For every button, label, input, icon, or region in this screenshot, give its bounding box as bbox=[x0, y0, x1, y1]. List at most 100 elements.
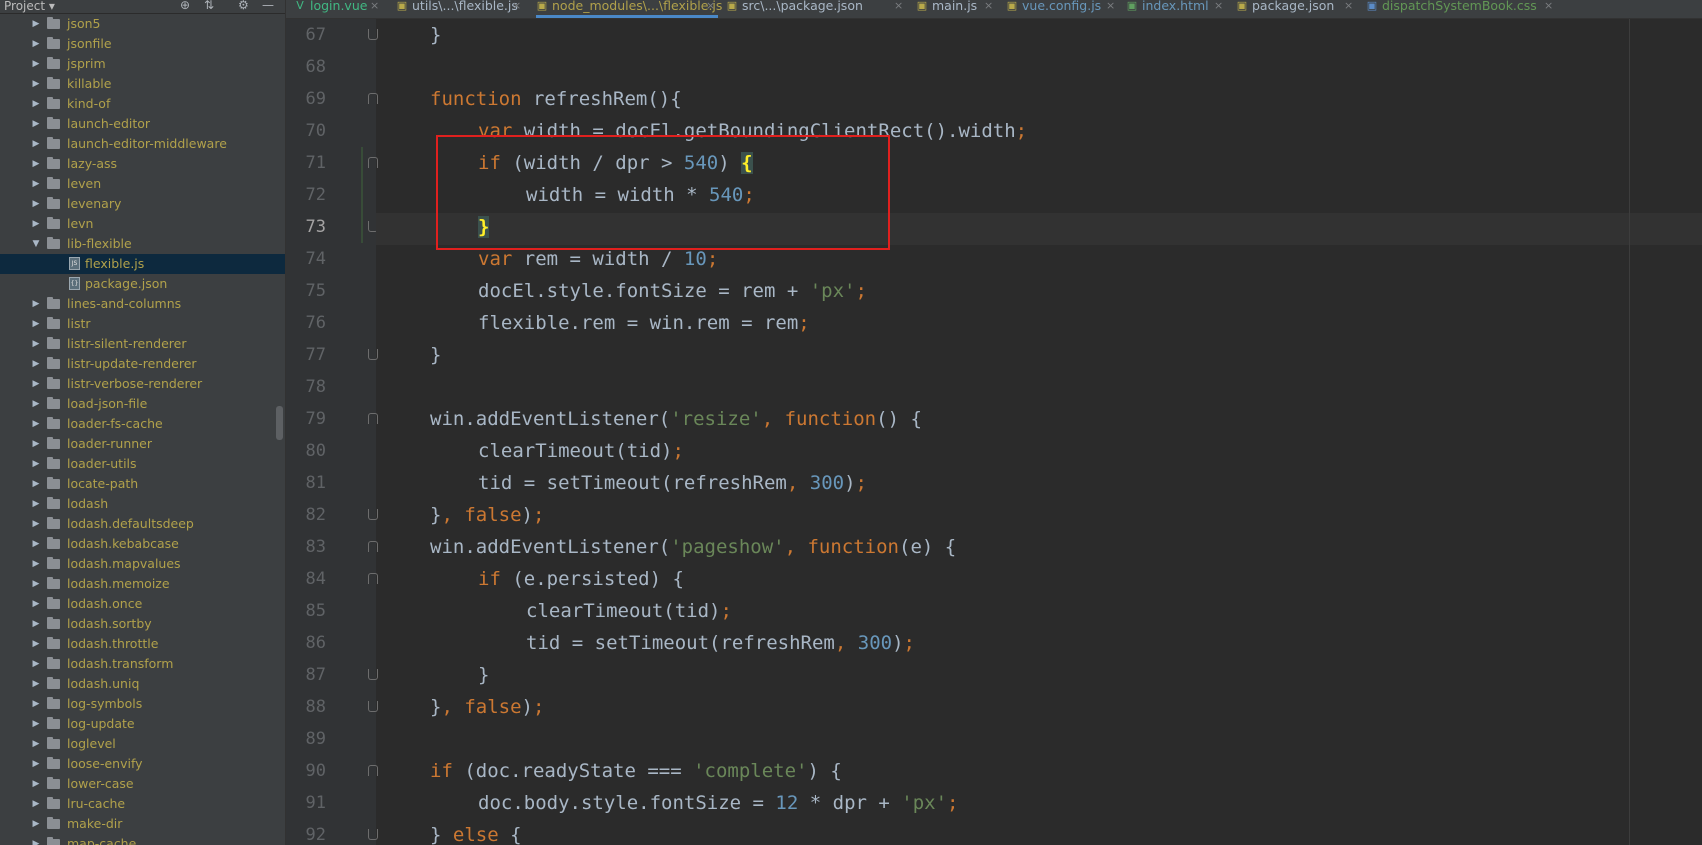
code-line[interactable]: tid = setTimeout(refreshRem, 300); bbox=[526, 627, 915, 659]
sidebar-scrollbar[interactable] bbox=[276, 406, 283, 440]
code-line[interactable]: doc.body.style.fontSize = 12 * dpr + 'px… bbox=[478, 787, 958, 819]
tree-folder[interactable]: ▶ lodash bbox=[0, 494, 285, 514]
tree-folder[interactable]: ▶ listr-update-renderer bbox=[0, 354, 285, 374]
expand-arrow-closed-icon[interactable]: ▶ bbox=[31, 774, 41, 794]
code-line[interactable]: if (e.persisted) { bbox=[478, 563, 684, 595]
editor-tab[interactable]: ▣ vue.config.js × bbox=[1006, 0, 1118, 18]
code-line[interactable]: if (doc.readyState === 'complete') { bbox=[430, 755, 842, 787]
code-line[interactable]: function refreshRem(){ bbox=[430, 83, 682, 115]
fold-marker-icon[interactable] bbox=[368, 509, 378, 520]
expand-arrow-closed-icon[interactable]: ▶ bbox=[31, 314, 41, 334]
editor-tab[interactable]: ▣ dispatchSystemBook.css × bbox=[1366, 0, 1556, 18]
tree-folder[interactable]: ▶ jsprim bbox=[0, 54, 285, 74]
expand-arrow-closed-icon[interactable]: ▶ bbox=[31, 634, 41, 654]
expand-arrow-closed-icon[interactable]: ▶ bbox=[31, 434, 41, 454]
expand-arrow-closed-icon[interactable]: ▶ bbox=[31, 174, 41, 194]
close-tab-icon[interactable]: × bbox=[1544, 0, 1553, 12]
expand-arrow-closed-icon[interactable]: ▶ bbox=[31, 294, 41, 314]
tree-folder[interactable]: ▶ load-json-file bbox=[0, 394, 285, 414]
close-tab-icon[interactable]: × bbox=[984, 0, 993, 12]
tree-folder[interactable]: ▶ lazy-ass bbox=[0, 154, 285, 174]
expand-arrow-closed-icon[interactable]: ▶ bbox=[31, 514, 41, 534]
tree-file[interactable]: {} package.json bbox=[0, 274, 285, 294]
tree-folder[interactable]: ▶ lru-cache bbox=[0, 794, 285, 814]
tree-folder[interactable]: ▶ log-update bbox=[0, 714, 285, 734]
fold-marker-icon[interactable] bbox=[368, 669, 378, 680]
fold-marker-icon[interactable] bbox=[368, 541, 378, 552]
editor-tab[interactable]: Vlogin.vue × bbox=[294, 0, 382, 18]
code-line[interactable]: } else { bbox=[430, 819, 522, 845]
tree-folder[interactable]: ▶ lodash.kebabcase bbox=[0, 534, 285, 554]
code-line[interactable]: docEl.style.fontSize = rem + 'px'; bbox=[478, 275, 867, 307]
code-line[interactable]: clearTimeout(tid); bbox=[526, 595, 732, 627]
close-tab-icon[interactable]: × bbox=[706, 0, 715, 12]
editor-tab[interactable]: ▣ utils\...\flexible.js × bbox=[396, 0, 524, 18]
expand-arrow-closed-icon[interactable]: ▶ bbox=[31, 54, 41, 74]
expand-arrow-closed-icon[interactable]: ▶ bbox=[31, 154, 41, 174]
code-editor[interactable]: 67 68 69 70 71 72 73 74 75 76 77 78 79 80 81 82 83 84 85 86… bbox=[286, 19, 1702, 845]
tree-folder[interactable]: ▶ lodash.uniq bbox=[0, 674, 285, 694]
fold-marker-icon[interactable] bbox=[368, 573, 378, 584]
expand-arrow-open-icon[interactable]: ▼ bbox=[31, 234, 41, 254]
hide-panel-icon[interactable]: — bbox=[262, 0, 274, 11]
code-line[interactable]: }, false); bbox=[430, 499, 544, 531]
expand-arrow-closed-icon[interactable]: ▶ bbox=[31, 654, 41, 674]
fold-marker-icon[interactable] bbox=[368, 349, 378, 360]
tree-folder[interactable]: ▶ lodash.sortby bbox=[0, 614, 285, 634]
editor-tab[interactable]: ▣ main.js × bbox=[916, 0, 996, 18]
expand-arrow-closed-icon[interactable]: ▶ bbox=[31, 94, 41, 114]
fold-marker-icon[interactable] bbox=[368, 413, 378, 424]
expand-arrow-closed-icon[interactable]: ▶ bbox=[31, 454, 41, 474]
close-tab-icon[interactable]: × bbox=[894, 0, 903, 12]
expand-arrow-closed-icon[interactable]: ▶ bbox=[31, 394, 41, 414]
project-view-selector[interactable]: Project ▾ bbox=[4, 0, 55, 12]
expand-arrow-closed-icon[interactable]: ▶ bbox=[31, 814, 41, 834]
tree-folder[interactable]: ▶ log-symbols bbox=[0, 694, 285, 714]
tree-folder[interactable]: ▶ map-cache bbox=[0, 834, 285, 845]
fold-marker-icon[interactable] bbox=[368, 765, 378, 776]
locate-icon[interactable]: ⊕ bbox=[180, 0, 190, 11]
expand-arrow-closed-icon[interactable]: ▶ bbox=[31, 74, 41, 94]
tree-folder[interactable]: ▶ launch-editor-middleware bbox=[0, 134, 285, 154]
expand-arrow-closed-icon[interactable]: ▶ bbox=[31, 134, 41, 154]
gear-icon[interactable]: ⚙ bbox=[238, 0, 249, 11]
tree-folder[interactable]: ▶ make-dir bbox=[0, 814, 285, 834]
vcs-change-marker[interactable] bbox=[361, 147, 363, 243]
expand-arrow-closed-icon[interactable]: ▶ bbox=[31, 734, 41, 754]
tree-folder[interactable]: ▶ lodash.transform bbox=[0, 654, 285, 674]
expand-arrow-closed-icon[interactable]: ▶ bbox=[31, 554, 41, 574]
tree-folder[interactable]: ▶ loader-fs-cache bbox=[0, 414, 285, 434]
expand-arrow-closed-icon[interactable]: ▶ bbox=[31, 534, 41, 554]
tree-folder[interactable]: ▶ locate-path bbox=[0, 474, 285, 494]
expand-arrow-closed-icon[interactable]: ▶ bbox=[31, 34, 41, 54]
expand-arrow-closed-icon[interactable]: ▶ bbox=[31, 414, 41, 434]
expand-arrow-closed-icon[interactable]: ▶ bbox=[31, 334, 41, 354]
fold-marker-icon[interactable] bbox=[368, 829, 378, 840]
expand-arrow-closed-icon[interactable]: ▶ bbox=[31, 694, 41, 714]
code-line[interactable]: tid = setTimeout(refreshRem, 300); bbox=[478, 467, 867, 499]
code-line[interactable]: clearTimeout(tid); bbox=[478, 435, 684, 467]
code-line[interactable]: } bbox=[430, 339, 441, 371]
expand-arrow-closed-icon[interactable]: ▶ bbox=[31, 14, 41, 34]
code-line[interactable]: }, false); bbox=[430, 691, 544, 723]
close-tab-icon[interactable]: × bbox=[1214, 0, 1223, 12]
tree-folder[interactable]: ▼ lib-flexible bbox=[0, 234, 285, 254]
editor-tab[interactable]: ▣ src\...\package.json × bbox=[726, 0, 906, 18]
code-line[interactable]: flexible.rem = win.rem = rem; bbox=[478, 307, 810, 339]
tree-folder[interactable]: ▶ listr-verbose-renderer bbox=[0, 374, 285, 394]
expand-arrow-closed-icon[interactable]: ▶ bbox=[31, 214, 41, 234]
tree-file[interactable]: JS flexible.js bbox=[0, 254, 285, 274]
tree-folder[interactable]: ▶ jsonfile bbox=[0, 34, 285, 54]
close-tab-icon[interactable]: × bbox=[1344, 0, 1353, 12]
fold-marker-icon[interactable] bbox=[368, 157, 378, 168]
tree-folder[interactable]: ▶ listr bbox=[0, 314, 285, 334]
tree-folder[interactable]: ▶ kind-of bbox=[0, 94, 285, 114]
tree-folder[interactable]: ▶ json5 bbox=[0, 14, 285, 34]
editor-tab[interactable]: ▣ package.json × bbox=[1236, 0, 1356, 18]
tree-folder[interactable]: ▶ listr-silent-renderer bbox=[0, 334, 285, 354]
expand-arrow-closed-icon[interactable]: ▶ bbox=[31, 834, 41, 845]
tree-folder[interactable]: ▶ launch-editor bbox=[0, 114, 285, 134]
expand-arrow-closed-icon[interactable]: ▶ bbox=[31, 194, 41, 214]
expand-arrow-closed-icon[interactable]: ▶ bbox=[31, 114, 41, 134]
code-line[interactable]: } bbox=[430, 19, 441, 51]
